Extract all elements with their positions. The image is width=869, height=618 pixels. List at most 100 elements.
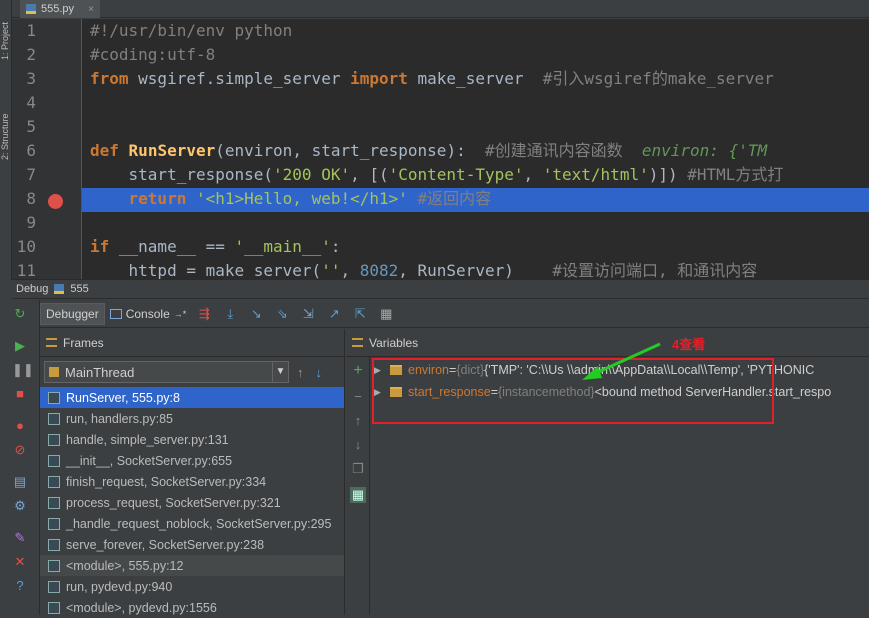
chevron-down-icon[interactable]: ▼ (272, 362, 288, 382)
resume-icon[interactable]: ▶ (12, 338, 28, 354)
frame-icon (48, 496, 60, 509)
frame-item[interactable]: <module>, 555.py:12 (40, 555, 344, 576)
frame-icon (48, 517, 60, 530)
thread-icon (49, 367, 59, 377)
debug-action-strip: ↻ ▶ ❚❚ ■ ● ⊘ ▤ ⚙ ✎ ✕ ? (0, 300, 40, 615)
console-icon (109, 308, 122, 319)
help-icon[interactable]: ? (12, 578, 28, 594)
frame-icon (48, 538, 60, 551)
left-tool-strip: 1: Project 2: Structure (0, 0, 12, 280)
add-watch-icon[interactable]: + (350, 363, 366, 379)
frame-icon (48, 601, 60, 614)
frame-up-icon[interactable]: ↑ (297, 365, 304, 380)
annotation-highlight-box (372, 358, 774, 424)
line-number: 9 (26, 213, 36, 232)
python-run-config-icon (54, 284, 65, 294)
show-values-icon[interactable]: ▦ (350, 487, 366, 503)
show-execution-point-icon[interactable]: ⇶ (194, 304, 214, 324)
move-down-icon[interactable]: ↓ (350, 437, 366, 453)
remove-watch-icon[interactable]: − (350, 389, 366, 405)
code-line-6: def RunServer(environ, start_response): … (90, 141, 768, 160)
step-over-icon[interactable]: ⤓ (220, 304, 240, 324)
editor-tab-label: 555.py (41, 3, 75, 15)
frames-title: Frames (63, 335, 104, 350)
debug-panel-header: Debug 555 (12, 279, 869, 299)
frame-down-icon[interactable]: ↓ (316, 365, 323, 380)
editor-tab-555[interactable]: 555.py × (20, 0, 100, 18)
console-tab-label: Console (125, 306, 170, 321)
line-number: 7 (26, 165, 36, 184)
code-line-7: start_response('200 OK', [('Content-Type… (90, 165, 784, 184)
frames-panel: Frames MainThread ▼ ↑ ↓ RunServer, 555.p… (40, 329, 345, 615)
line-number: 6 (26, 141, 36, 160)
frame-item[interactable]: serve_forever, SocketServer.py:238 (40, 534, 344, 555)
frame-item[interactable]: RunServer, 555.py:8 (40, 387, 344, 408)
annotation-label: 4查看 (672, 337, 706, 352)
frame-item[interactable]: finish_request, SocketServer.py:334 (40, 471, 344, 492)
thread-row: MainThread ▼ ↑ ↓ (40, 357, 344, 387)
frame-icon (48, 454, 60, 467)
frame-item[interactable]: handle, simple_server.py:131 (40, 429, 344, 450)
variables-title: Variables (369, 335, 419, 350)
code-editor[interactable]: 1 2 3 4 5 6 7 8 9 10 11 #!/usr/bin/env p… (12, 19, 869, 279)
run-to-cursor-icon[interactable]: ⇱ (350, 304, 370, 324)
code-line-8: return '<h1>Hello, web!</h1>' #返回内容 (90, 189, 492, 208)
line-number: 1 (26, 21, 36, 40)
structure-tool-tab[interactable]: 2: Structure (0, 100, 12, 160)
frame-item[interactable]: _handle_request_noblock, SocketServer.py… (40, 513, 344, 534)
close-tab-icon[interactable]: × (88, 4, 94, 15)
variables-panel-header: Variables (346, 329, 869, 357)
frame-icon (48, 391, 60, 404)
frame-item[interactable]: run, handlers.py:85 (40, 408, 344, 429)
breakpoint-icon[interactable] (48, 194, 63, 209)
variables-side-toolbar: + − ↑ ↓ ❐ ▦ (346, 357, 370, 615)
frame-icon (48, 559, 60, 572)
project-tool-tab[interactable]: 1: Project (0, 20, 12, 60)
tab-debugger[interactable]: Debugger (40, 302, 105, 325)
evaluate-expression-icon[interactable]: ▦ (376, 304, 396, 324)
line-number: 5 (26, 117, 36, 136)
frame-icon (48, 433, 60, 446)
debug-toolbar: Debugger Console →* ⇶ ⤓ ↘ ⇘ ⇲ ↗ ⇱ ▦ (40, 300, 869, 328)
pin-tab-icon: →* (173, 308, 187, 319)
line-number: 3 (26, 69, 36, 88)
restore-layout-icon[interactable]: ▤ (12, 474, 28, 490)
thread-select[interactable]: MainThread ▼ (44, 361, 289, 383)
settings-gear-icon[interactable]: ⚙ (12, 498, 28, 514)
step-into-my-code-icon[interactable]: ⇘ (272, 304, 292, 324)
frame-item[interactable]: process_request, SocketServer.py:321 (40, 492, 344, 513)
close-icon[interactable]: ✕ (12, 554, 28, 570)
frame-item[interactable]: run, pydevd.py:940 (40, 576, 344, 597)
code-line-10: if __name__ == '__main__': (90, 237, 341, 256)
frame-icon (48, 580, 60, 593)
debug-label: Debug (16, 283, 49, 295)
rerun-icon[interactable]: ↻ (12, 306, 28, 322)
force-step-into-icon[interactable]: ⇲ (298, 304, 318, 324)
thread-select-value: MainThread (65, 364, 135, 380)
code-line-11: httpd = make_server('', 8082, RunServer)… (90, 261, 758, 279)
python-file-icon (26, 4, 36, 14)
pin-icon[interactable]: ✎ (12, 530, 28, 546)
code-line-2: #coding:utf-8 (90, 45, 216, 64)
debug-config-name[interactable]: 555 (70, 283, 88, 295)
frame-icon (48, 412, 60, 425)
step-into-icon[interactable]: ↘ (246, 304, 266, 324)
frame-item[interactable]: __init__, SocketServer.py:655 (40, 450, 344, 471)
line-number: 11 (16, 261, 36, 279)
copy-icon[interactable]: ❐ (350, 461, 366, 477)
stop-icon[interactable]: ■ (12, 386, 28, 402)
frame-icon (48, 475, 60, 488)
frames-panel-header: Frames (40, 329, 344, 357)
editor-gutter: 1 2 3 4 5 6 7 8 9 10 11 (12, 19, 82, 279)
line-number: 2 (26, 45, 36, 64)
code-line-1: #!/usr/bin/env python (90, 21, 293, 40)
mute-breakpoints-icon[interactable]: ⊘ (12, 442, 28, 458)
view-breakpoints-icon[interactable]: ● (12, 418, 28, 434)
code-line-3: from wsgiref.simple_server import make_s… (90, 69, 774, 88)
frames-icon (46, 338, 57, 347)
line-number: 4 (26, 93, 36, 112)
move-up-icon[interactable]: ↑ (350, 413, 366, 429)
pause-icon[interactable]: ❚❚ (12, 362, 34, 378)
tab-console[interactable]: Console →* (105, 303, 192, 325)
step-out-icon[interactable]: ↗ (324, 304, 344, 324)
